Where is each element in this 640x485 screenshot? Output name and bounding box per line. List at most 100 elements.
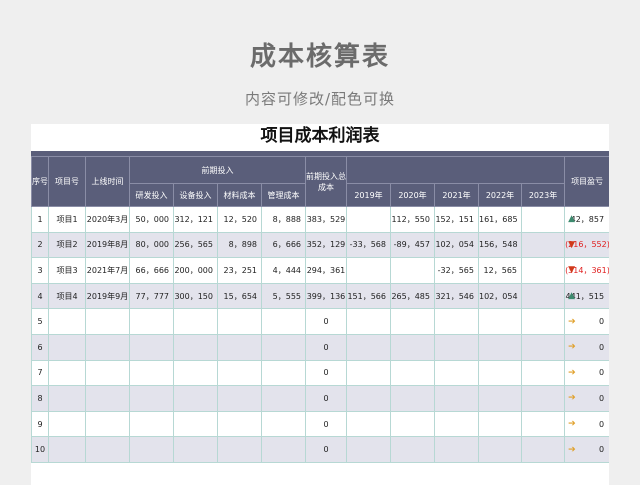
cell-2021[interactable] [434,308,479,335]
cell-equipment[interactable]: 256，565 [173,231,218,259]
cell-launch[interactable]: 2021年7月 [85,257,130,284]
cell-2022[interactable]: 12，565 [478,257,522,284]
cell-launch[interactable]: 2020年3月 [85,206,130,233]
cell-2022[interactable] [478,359,522,387]
cell-management[interactable] [261,333,306,361]
cell-management[interactable] [261,436,306,463]
cell-material[interactable] [217,410,262,438]
cell-project[interactable] [48,385,86,412]
cell-total-cost[interactable]: 352，129 [305,231,347,259]
cell-equipment[interactable] [173,410,218,438]
cell-2022[interactable] [478,410,522,438]
cell-profit[interactable]: ➔ 0 [564,333,609,361]
cell-material[interactable] [217,385,262,412]
cell-rd[interactable]: 77，777 [129,282,174,310]
cell-2020[interactable] [390,333,435,361]
cell-profit[interactable]: ▼ (216，552) [564,231,609,259]
cell-2020[interactable] [390,308,435,335]
cell-2023[interactable] [520,206,566,233]
cell-2021[interactable]: 321，546 [434,282,479,310]
cell-2019[interactable] [346,410,391,438]
cell-2023[interactable] [520,282,566,310]
cell-rd[interactable] [129,359,174,387]
cell-management[interactable] [261,410,306,438]
cell-index[interactable]: 4 [31,282,49,310]
cell-2021[interactable] [434,385,479,412]
cell-project[interactable] [48,308,86,335]
cell-equipment[interactable] [173,333,218,361]
cell-2023[interactable] [520,410,566,438]
cell-2022[interactable]: 161，685 [478,206,522,233]
cell-total-cost[interactable]: 0 [305,333,347,361]
cell-index[interactable]: 5 [31,308,49,335]
cell-2021[interactable] [434,436,479,463]
cell-equipment[interactable]: 200，000 [173,257,218,284]
cell-2020[interactable] [390,359,435,387]
cell-project[interactable]: 项目1 [48,206,86,233]
cell-index[interactable]: 9 [31,410,49,438]
cell-2023[interactable] [520,333,566,361]
cell-project[interactable] [48,410,86,438]
cell-equipment[interactable] [173,436,218,463]
cell-2021[interactable]: 102，054 [434,231,479,259]
cell-2021[interactable] [434,359,479,387]
cell-material[interactable]: 15，654 [217,282,262,310]
cell-2021[interactable]: -32，565 [434,257,479,284]
cell-2019[interactable]: -33，568 [346,231,391,259]
cell-total-cost[interactable]: 0 [305,436,347,463]
cell-2023[interactable] [520,231,566,259]
cell-2023[interactable] [520,359,566,387]
cell-2020[interactable] [390,385,435,412]
cell-material[interactable] [217,436,262,463]
cell-launch[interactable] [85,333,130,361]
cell-index[interactable]: 8 [31,385,49,412]
cell-project[interactable] [48,436,86,463]
cell-2019[interactable]: 151，566 [346,282,391,310]
cell-rd[interactable] [129,410,174,438]
cell-index[interactable]: 1 [31,206,49,233]
cell-profit[interactable]: ➔ 0 [564,308,609,335]
cell-project[interactable]: 项目3 [48,257,86,284]
cell-2023[interactable] [520,385,566,412]
cell-profit[interactable]: ▲ 42，857 [564,206,609,233]
cell-equipment[interactable]: 300，150 [173,282,218,310]
cell-profit[interactable]: ➔ 0 [564,359,609,387]
cell-index[interactable]: 7 [31,359,49,387]
cell-rd[interactable] [129,333,174,361]
cell-total-cost[interactable]: 383，529 [305,206,347,233]
cell-project[interactable]: 项目2 [48,231,86,259]
cell-management[interactable] [261,385,306,412]
cell-index[interactable]: 2 [31,231,49,259]
cell-rd[interactable]: 50，000 [129,206,174,233]
cell-rd[interactable] [129,385,174,412]
cell-2022[interactable] [478,385,522,412]
cell-2023[interactable] [520,436,566,463]
cell-profit[interactable]: ➔ 0 [564,385,609,412]
cell-2022[interactable] [478,308,522,335]
cell-2019[interactable] [346,206,391,233]
cell-2019[interactable] [346,385,391,412]
cell-2020[interactable]: -89，457 [390,231,435,259]
cell-launch[interactable] [85,436,130,463]
cell-2022[interactable] [478,436,522,463]
cell-2022[interactable] [478,333,522,361]
cell-total-cost[interactable]: 0 [305,359,347,387]
cell-launch[interactable] [85,308,130,335]
cell-rd[interactable] [129,436,174,463]
cell-management[interactable]: 5，555 [261,282,306,310]
cell-launch[interactable] [85,410,130,438]
cell-total-cost[interactable]: 0 [305,410,347,438]
cell-index[interactable]: 6 [31,333,49,361]
cell-equipment[interactable] [173,385,218,412]
cell-management[interactable] [261,359,306,387]
cell-material[interactable]: 12，520 [217,206,262,233]
cell-project[interactable]: 项目4 [48,282,86,310]
cell-2021[interactable]: 152，151 [434,206,479,233]
cell-material[interactable]: 8，898 [217,231,262,259]
cell-material[interactable] [217,308,262,335]
cell-material[interactable] [217,359,262,387]
cell-profit[interactable]: ▼ (314，361) [564,257,609,284]
cell-equipment[interactable]: 312，121 [173,206,218,233]
cell-2020[interactable]: 112，550 [390,206,435,233]
cell-2023[interactable] [520,257,566,284]
